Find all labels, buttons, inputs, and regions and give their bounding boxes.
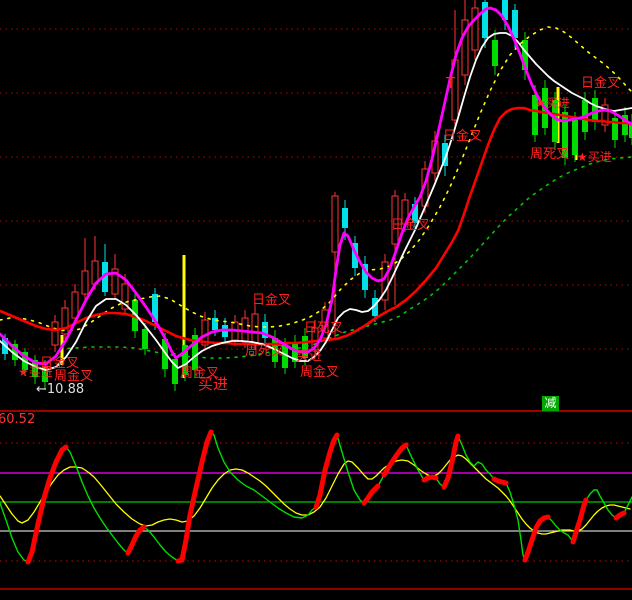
indicator-up-segment bbox=[494, 479, 506, 483]
reduce-badge: 减 bbox=[542, 396, 559, 411]
chart-annotation: T bbox=[445, 74, 456, 92]
chart-annotation: 周金叉 bbox=[300, 364, 339, 380]
chart-annotation: ★买进 bbox=[18, 365, 53, 379]
indicator-up-segment bbox=[28, 447, 66, 562]
candle-body bbox=[252, 314, 258, 345]
price-and-indicator-chart[interactable]: 日金叉★买进周金叉←10.88周金叉买进日金叉周死叉日死叉买进周金叉日金叉日金叉… bbox=[0, 0, 632, 600]
candle-body bbox=[52, 322, 58, 345]
chart-annotation: 周死叉 bbox=[245, 344, 284, 359]
oscillator-panel bbox=[0, 432, 632, 589]
candle-body bbox=[142, 329, 148, 349]
indicator-up-segment bbox=[525, 517, 548, 560]
chart-annotation: 日金叉 bbox=[443, 128, 482, 144]
chart-annotation: 周死叉 bbox=[530, 147, 569, 162]
chart-annotation: 日金叉 bbox=[581, 75, 620, 91]
chart-annotation: 日金叉 bbox=[252, 292, 291, 308]
chart-annotation: ★买进 bbox=[577, 150, 612, 164]
indicator-up-segment bbox=[178, 432, 211, 561]
indicator-k-line bbox=[0, 432, 632, 562]
ma-magenta bbox=[0, 8, 632, 364]
indicator-value-label: 60.52 bbox=[0, 412, 35, 427]
indicator-up-segment bbox=[364, 486, 378, 503]
chart-annotation: 买进 bbox=[198, 375, 228, 393]
indicator-up-segment bbox=[616, 513, 624, 518]
candle-body bbox=[342, 208, 348, 228]
candle-body bbox=[332, 196, 338, 252]
candle-body bbox=[82, 271, 88, 294]
candle-body bbox=[492, 40, 498, 66]
indicator-up-segment bbox=[444, 436, 458, 487]
chart-annotation: ★买进 bbox=[535, 96, 570, 110]
chart-annotation: 买进 bbox=[296, 349, 322, 364]
candle-body bbox=[72, 292, 78, 318]
stock-chart-window: 日金叉★买进周金叉←10.88周金叉买进日金叉周死叉日死叉买进周金叉日金叉日金叉… bbox=[0, 0, 632, 600]
chart-annotation: 日死叉 bbox=[304, 321, 343, 336]
indicator-d-line bbox=[0, 455, 630, 534]
chart-annotation: ←10.88 bbox=[36, 382, 84, 397]
indicator-up-segment bbox=[573, 500, 586, 542]
candle-body bbox=[472, 8, 478, 50]
chart-annotation: 日金叉 bbox=[391, 217, 430, 233]
moving-averages-layer bbox=[0, 8, 632, 370]
indicator-up-segment bbox=[424, 477, 436, 480]
annotations-layer: 日金叉★买进周金叉←10.88周金叉买进日金叉周死叉日死叉买进周金叉日金叉日金叉… bbox=[18, 74, 620, 397]
ma-white bbox=[0, 33, 632, 370]
